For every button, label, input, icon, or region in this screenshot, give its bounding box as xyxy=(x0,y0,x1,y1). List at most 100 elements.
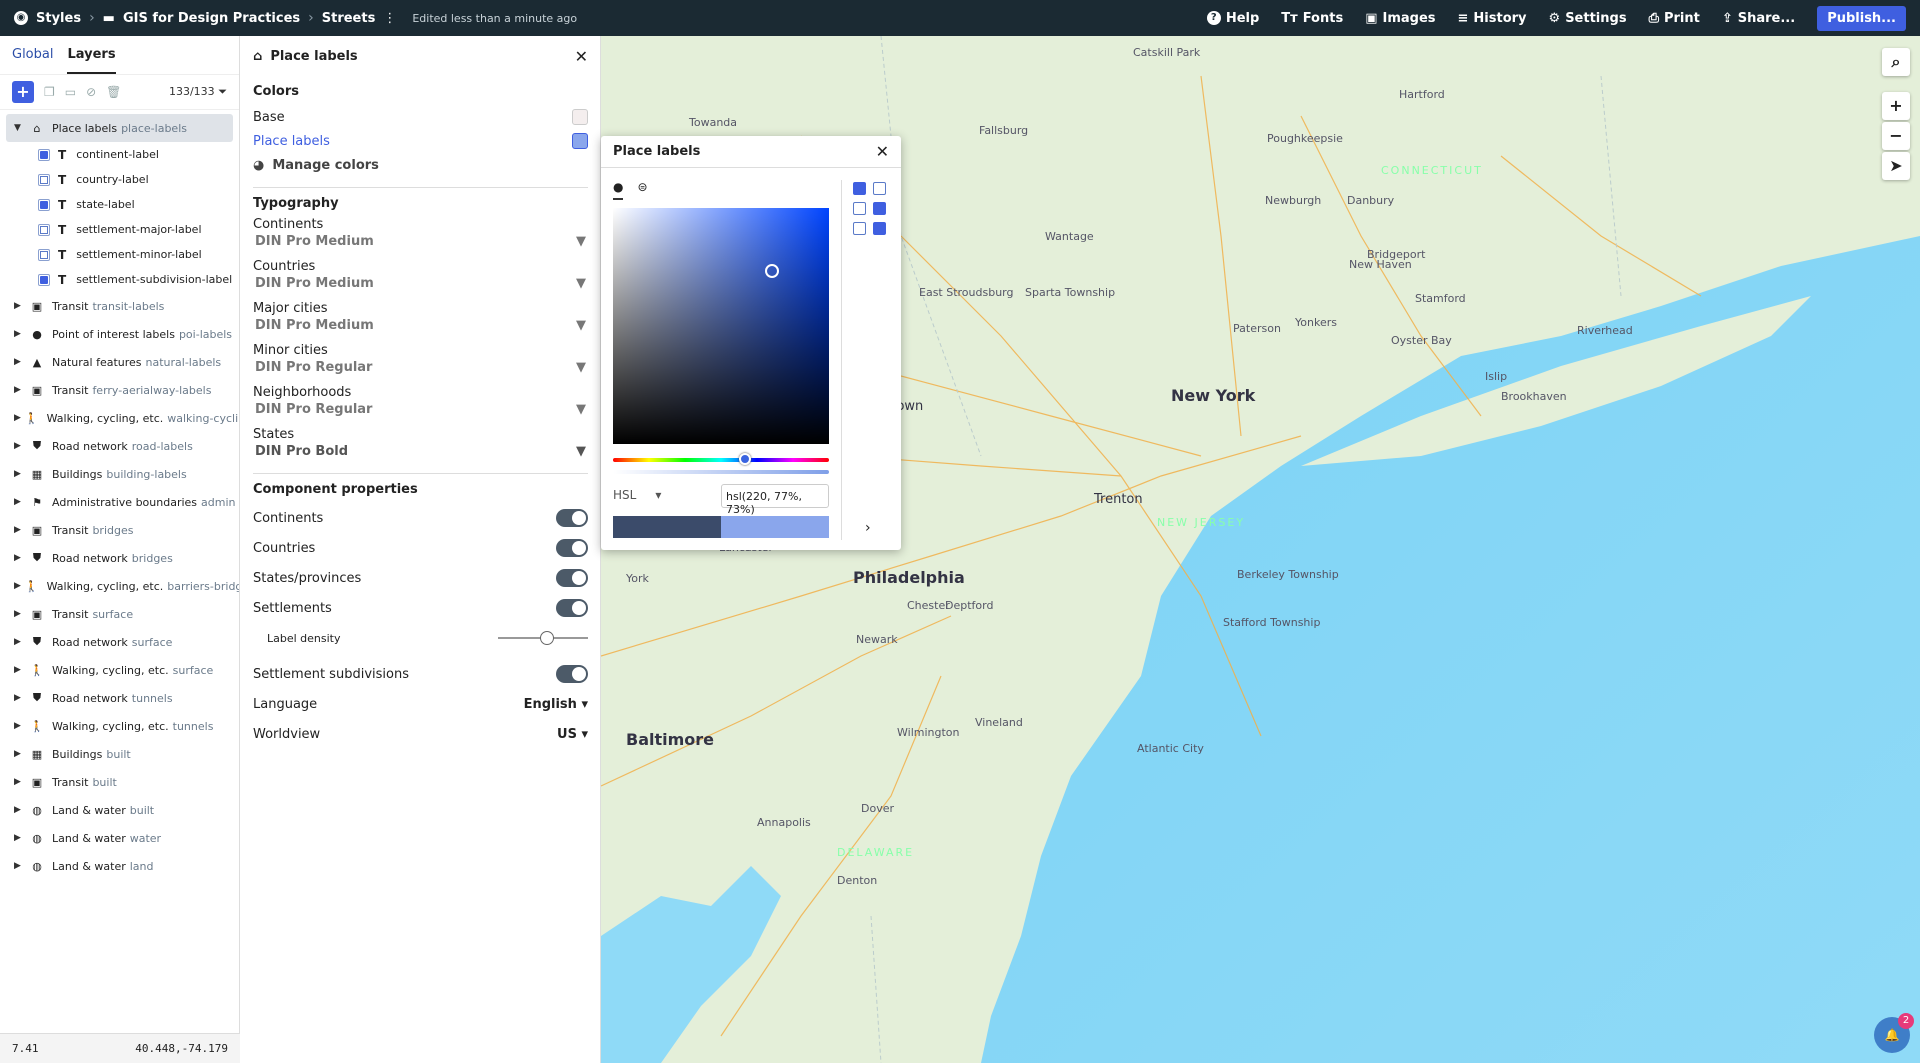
label-density-slider[interactable] xyxy=(498,631,588,645)
font-select[interactable]: DIN Pro Regular ▼ xyxy=(253,358,588,379)
new-color-swatch[interactable] xyxy=(721,516,829,538)
color-row-place-labels[interactable]: Place labels xyxy=(253,129,588,153)
expand-icon[interactable]: ▶ xyxy=(14,329,26,339)
history-button[interactable]: ≡ History xyxy=(1458,11,1527,26)
tab-layers[interactable]: Layers xyxy=(67,47,116,74)
collapse-icon[interactable]: ▼ xyxy=(14,123,26,133)
expand-icon[interactable]: ▶ xyxy=(14,665,26,675)
swatch-preset[interactable] xyxy=(873,222,886,235)
layer-item[interactable]: Tstate-label xyxy=(0,192,239,217)
zoom-in-button[interactable]: + xyxy=(1882,92,1910,120)
expand-icon[interactable]: ▶ xyxy=(14,637,26,647)
expand-icon[interactable]: ▶ xyxy=(14,413,21,423)
base-color-swatch[interactable] xyxy=(572,109,588,125)
duplicate-icon[interactable]: ❐ xyxy=(44,85,55,99)
layer-group[interactable]: ▶ ▣ Transit ferry-aerialway-labels xyxy=(0,376,239,404)
layer-item[interactable]: Tsettlement-subdivision-label xyxy=(0,267,239,292)
folder-icon[interactable]: ▭ xyxy=(65,85,76,99)
layer-group[interactable]: ▶ ⛊ Road network bridges xyxy=(0,544,239,572)
layer-item[interactable]: Tsettlement-minor-label xyxy=(0,242,239,267)
style-name[interactable]: Streets xyxy=(322,11,376,26)
layer-item[interactable]: Tcontinent-label xyxy=(0,142,239,167)
expand-icon[interactable]: ▶ xyxy=(14,469,26,479)
layer-item[interactable]: Tcountry-label xyxy=(0,167,239,192)
notifications-button[interactable]: 🔔 2 xyxy=(1874,1013,1914,1053)
fonts-button[interactable]: Tт Fonts xyxy=(1281,11,1343,26)
close-icon[interactable]: ✕ xyxy=(575,47,588,66)
layer-group[interactable]: ▶ ▣ Transit built xyxy=(0,768,239,796)
search-icon[interactable]: ⌕ xyxy=(1882,48,1910,76)
component-toggle[interactable] xyxy=(556,599,588,617)
color-value-input[interactable]: hsl(220, 77%, 73%) xyxy=(721,484,829,516)
help-button[interactable]: ? Help xyxy=(1206,11,1259,26)
trash-icon[interactable]: 🗑 xyxy=(106,85,121,99)
solid-color-tab-icon[interactable]: ● xyxy=(613,180,624,200)
layer-group[interactable]: ▶ ⛊ Road network surface xyxy=(0,628,239,656)
chevron-right-icon[interactable]: › xyxy=(865,520,871,536)
hue-slider[interactable] xyxy=(613,458,829,462)
zoom-out-button[interactable]: − xyxy=(1882,122,1910,150)
settings-button[interactable]: ⚙ Settings xyxy=(1549,11,1627,26)
expand-icon[interactable]: ▶ xyxy=(14,497,26,507)
toggle-mode-tab-icon[interactable]: ⊜ xyxy=(637,180,647,200)
publish-button[interactable]: Publish... xyxy=(1817,5,1906,31)
layer-group[interactable]: ▶ 🚶 Walking, cycling, etc. tunnels xyxy=(0,712,239,740)
expand-icon[interactable]: ▶ xyxy=(14,301,26,311)
layer-group[interactable]: ▶ ◍ Land & water land xyxy=(0,852,239,880)
expand-icon[interactable]: ▶ xyxy=(14,777,26,787)
place-color-swatch[interactable] xyxy=(572,133,588,149)
more-vertical-icon[interactable]: ⋮ xyxy=(383,11,396,26)
expand-icon[interactable]: ▶ xyxy=(14,553,26,563)
layer-group[interactable]: ▶ ▣ Transit transit-labels xyxy=(0,292,239,320)
tab-global[interactable]: Global xyxy=(12,47,53,74)
font-select[interactable]: DIN Pro Medium ▼ xyxy=(253,274,588,295)
font-select[interactable]: DIN Pro Regular ▼ xyxy=(253,400,588,421)
layer-group[interactable]: ▶ ⛊ Road network road-labels xyxy=(0,432,239,460)
layer-count[interactable]: 133/133 ⏷ xyxy=(169,85,227,99)
hide-icon[interactable]: ⊘ xyxy=(86,85,96,99)
expand-icon[interactable]: ▶ xyxy=(14,861,26,871)
swatch-preset[interactable] xyxy=(853,182,866,195)
font-select[interactable]: DIN Pro Bold ▼ xyxy=(253,442,588,463)
breadcrumb-folder[interactable]: GIS for Design Practices xyxy=(123,11,300,26)
layer-group[interactable]: ▶ ◍ Land & water water xyxy=(0,824,239,852)
expand-icon[interactable]: ▶ xyxy=(14,581,21,591)
layer-group[interactable]: ▶ ⛊ Road network tunnels xyxy=(0,684,239,712)
close-icon[interactable]: ✕ xyxy=(876,142,889,161)
layer-group[interactable]: ▶ ● Point of interest labels poi-labels xyxy=(0,320,239,348)
breadcrumb-styles[interactable]: Styles xyxy=(36,11,81,26)
layer-group[interactable]: ▶ ◍ Land & water built xyxy=(0,796,239,824)
expand-icon[interactable]: ▶ xyxy=(14,805,26,815)
color-row-base[interactable]: Base xyxy=(253,105,588,129)
images-button[interactable]: ▣ Images xyxy=(1365,11,1435,26)
add-layer-button[interactable]: + xyxy=(12,81,34,103)
swatch-preset[interactable] xyxy=(873,202,886,215)
language-select[interactable]: English ▾ xyxy=(524,697,588,712)
layer-group[interactable]: ▶ ⚑ Administrative boundaries admin xyxy=(0,488,239,516)
layer-group[interactable]: ▶ ▦ Buildings built xyxy=(0,740,239,768)
worldview-select[interactable]: US ▾ xyxy=(557,727,588,742)
print-button[interactable]: ⎙ Print xyxy=(1649,11,1700,26)
saturation-area[interactable] xyxy=(613,208,829,444)
swatch-preset[interactable] xyxy=(853,222,866,235)
font-select[interactable]: DIN Pro Medium ▼ xyxy=(253,232,588,253)
manage-colors-button[interactable]: ◕ Manage colors xyxy=(253,153,588,177)
component-toggle[interactable] xyxy=(556,569,588,587)
share-button[interactable]: ⇪ Share... xyxy=(1722,11,1795,26)
layer-group[interactable]: ▶🚶 Walking, cycling, etc.barriers-bridges xyxy=(0,572,239,600)
swatch-preset[interactable] xyxy=(853,202,866,215)
layer-group[interactable]: ▶ 🚶 Walking, cycling, etc. surface xyxy=(0,656,239,684)
expand-icon[interactable]: ▶ xyxy=(14,525,26,535)
previous-color-swatch[interactable] xyxy=(613,516,721,538)
layer-group[interactable]: ▶ ▦ Buildings building-labels xyxy=(0,460,239,488)
layer-group[interactable]: ▶ ▣ Transit bridges xyxy=(0,516,239,544)
layer-group-place-labels[interactable]: ▼ ⌂ Place labels place-labels xyxy=(6,114,233,142)
expand-icon[interactable]: ▶ xyxy=(14,357,26,367)
expand-icon[interactable]: ▶ xyxy=(14,721,26,731)
saturation-handle[interactable] xyxy=(765,264,779,278)
layer-group[interactable]: ▶ ▣ Transit surface xyxy=(0,600,239,628)
expand-icon[interactable]: ▶ xyxy=(14,385,26,395)
component-toggle[interactable] xyxy=(556,509,588,527)
expand-icon[interactable]: ▶ xyxy=(14,441,26,451)
color-mode-select[interactable]: HSL ▾ xyxy=(613,488,661,502)
